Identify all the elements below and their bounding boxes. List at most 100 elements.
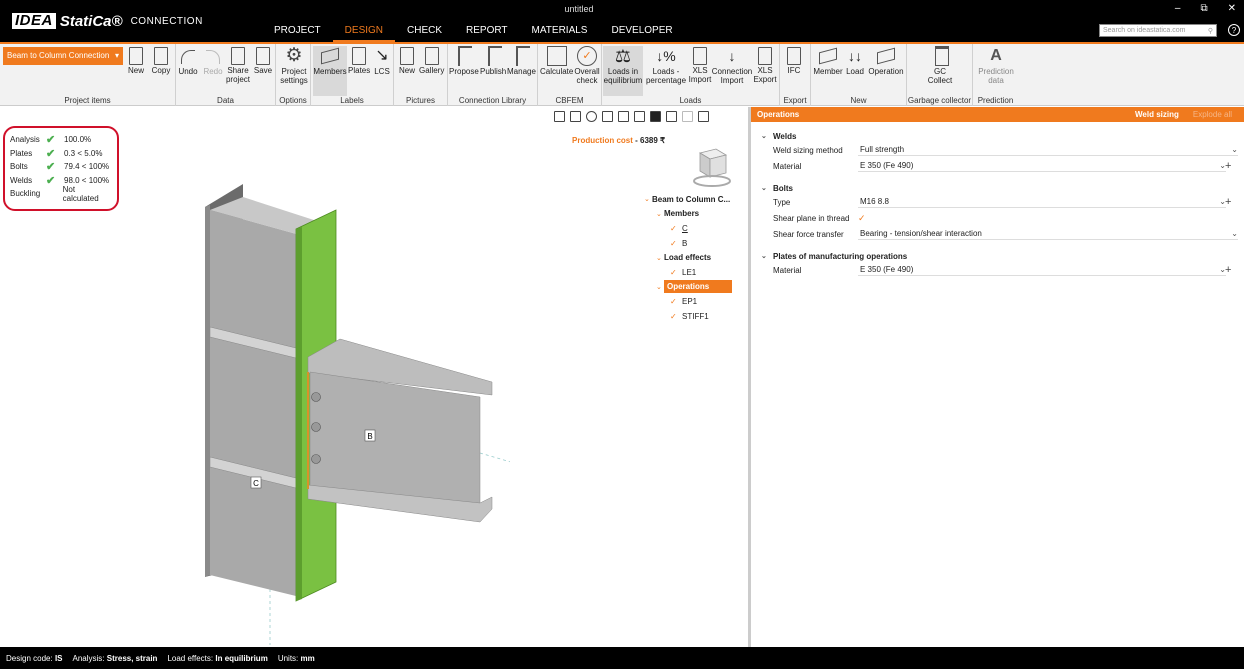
save-button[interactable]: Save [253, 46, 273, 75]
arrow-down-icon[interactable] [682, 111, 693, 122]
tab-project[interactable]: PROJECT [262, 24, 333, 42]
render-icon[interactable] [666, 111, 677, 122]
overall-check-button[interactable]: ✓ Overall check [574, 46, 600, 85]
xls-import-button[interactable]: XLS Import [689, 46, 711, 84]
gc-collect-button[interactable]: GC Collect [927, 46, 953, 85]
checkbox-icon[interactable]: ✓ [670, 312, 677, 320]
connection-select[interactable]: Beam to Column Connection ▾ [3, 47, 123, 65]
tree-root[interactable]: ⌄ Beam to Column C... [644, 192, 744, 207]
tab-report[interactable]: REPORT [454, 24, 520, 42]
plates-label-button[interactable]: Plates [348, 46, 370, 75]
project-settings-button[interactable]: ⚙ Project settings [280, 46, 308, 86]
publish-button[interactable]: Publish [480, 46, 506, 76]
ifc-label: IFC [787, 66, 801, 75]
prediction-icon: A [990, 47, 1002, 64]
chevron-down-icon[interactable]: ⌄ [761, 184, 773, 192]
propose-button[interactable]: Propose [449, 46, 479, 76]
section-plates-header[interactable]: ⌄ Plates of manufacturing operations [751, 250, 1244, 262]
tab-check[interactable]: CHECK [395, 24, 454, 42]
new-item-button[interactable]: New [126, 46, 146, 75]
chevron-down-icon: ⌄ [1231, 145, 1238, 154]
chevron-down-icon[interactable]: ⌄ [644, 195, 652, 203]
members-label-button[interactable]: Members [313, 46, 347, 96]
section-welds-header[interactable]: ⌄ Welds [751, 130, 1244, 142]
zoom-extents-icon[interactable] [570, 111, 581, 122]
chevron-down-icon[interactable]: ⌄ [761, 252, 773, 260]
loads-equilibrium-button[interactable]: ⚖ Loads in equilibrium [603, 46, 643, 96]
chevron-down-icon[interactable]: ⌄ [656, 254, 664, 262]
help-icon[interactable]: ? [1228, 24, 1240, 36]
lcs-button[interactable]: ↘ LCS [372, 46, 392, 76]
solid-icon[interactable] [650, 111, 661, 122]
weld-material-select[interactable]: E 350 (Fe 490) ⌄ [858, 160, 1226, 172]
rotate-icon[interactable] [586, 111, 597, 122]
tree-load-effects[interactable]: ⌄ Load effects [644, 250, 744, 265]
loads-percentage-button[interactable]: ↓% Loads - percentage [645, 46, 687, 85]
bolt-type-select[interactable]: M16 8.8 ⌄ [858, 196, 1226, 208]
bolt-icon[interactable] [311, 392, 321, 402]
crop-icon[interactable] [602, 111, 613, 122]
tree-member-c[interactable]: ✓ C [644, 221, 744, 236]
shear-transfer-select[interactable]: Bearing - tension/shear interaction ⌄ [858, 228, 1238, 240]
3d-viewport[interactable]: Analysis ✔ 100.0% Plates ✔ 0.3 < 5.0% Bolts ✔… [0, 107, 748, 647]
checkmark-icon: ✔ [46, 174, 56, 187]
manage-button[interactable]: Manage [507, 46, 536, 76]
new-load-button[interactable]: ↓↓ Load [845, 46, 865, 76]
new-member-button[interactable]: Member [812, 46, 844, 76]
tree-operation-ep1[interactable]: ✓ EP1 [644, 294, 744, 309]
tree-operations[interactable]: ⌄ Operations [644, 280, 744, 295]
chevron-down-icon[interactable]: ⌄ [656, 210, 664, 218]
tab-design[interactable]: DESIGN [332, 24, 396, 42]
chevron-down-icon[interactable]: ⌄ [656, 283, 664, 291]
new-operation-button[interactable]: Operation [867, 46, 905, 76]
logo-product: CONNECTION [130, 15, 203, 27]
chevron-down-icon[interactable]: ⌄ [761, 132, 773, 140]
minimize-icon[interactable]: – [1175, 3, 1181, 14]
bolt-icon[interactable] [311, 454, 321, 464]
new-picture-button[interactable]: New [397, 46, 417, 75]
search-icon[interactable]: ⚲ [1208, 27, 1213, 35]
gallery-button[interactable]: Gallery [419, 46, 444, 75]
checkbox-icon[interactable]: ✓ [670, 224, 677, 232]
tree-member-b[interactable]: ✓ B [644, 236, 744, 251]
restore-icon[interactable]: ⧉ [1200, 3, 1207, 14]
tree-operation-stiff1[interactable]: ✓ STIFF1 [644, 309, 744, 324]
close-icon[interactable]: ✕ [1228, 3, 1236, 14]
checkbox-icon[interactable]: ✓ [670, 268, 677, 276]
share-project-button[interactable]: Share project [225, 46, 251, 84]
ruler-icon[interactable] [554, 111, 565, 122]
calculate-button[interactable]: Calculate [540, 46, 573, 76]
connection-import-button[interactable]: ↓ Connection Import [712, 46, 752, 85]
ribbon: Beam to Column Connection ▾ New Copy Pro… [0, 42, 1244, 106]
wireframe-icon[interactable] [618, 111, 629, 122]
undo-button[interactable]: Undo [178, 46, 198, 76]
bolt-icon[interactable] [311, 422, 321, 432]
transparent-icon[interactable] [634, 111, 645, 122]
copy-item-button[interactable]: Copy [151, 46, 171, 75]
prediction-data-button[interactable]: A Prediction data [976, 46, 1016, 85]
plate-material-select[interactable]: E 350 (Fe 490) ⌄ [858, 264, 1226, 276]
checkbox-icon[interactable]: ✓ [670, 239, 677, 247]
tree-members[interactable]: ⌄ Members [644, 207, 744, 222]
home-icon[interactable] [698, 111, 709, 122]
add-icon[interactable]: + [1225, 196, 1231, 208]
view-cube-icon[interactable] [688, 145, 732, 189]
checkbox-icon[interactable]: ✓ [670, 297, 677, 305]
ifc-button[interactable]: IFC [784, 46, 804, 75]
section-bolts-header[interactable]: ⌄ Bolts [751, 182, 1244, 194]
lcs-label: LCS [374, 67, 390, 76]
tree-item-label: LE1 [682, 267, 697, 277]
tree-load-effect-le1[interactable]: ✓ LE1 [644, 265, 744, 280]
add-icon[interactable]: + [1225, 264, 1231, 276]
tab-materials[interactable]: MATERIALS [520, 24, 600, 42]
shear-plane-checkbox[interactable]: ✓ [858, 213, 866, 224]
prop-label: Type [773, 197, 791, 207]
weld-sizing-select[interactable]: Full strength ⌄ [858, 144, 1238, 156]
weld-sizing-button[interactable]: Weld sizing [1135, 110, 1179, 119]
add-icon[interactable]: + [1225, 160, 1231, 172]
search-input[interactable]: Search on ideastatica.com ⚲ [1099, 24, 1217, 37]
connection-model[interactable]: B C [180, 177, 510, 647]
explode-all-button[interactable]: Explode all [1193, 110, 1232, 119]
tab-developer[interactable]: DEVELOPER [599, 24, 684, 42]
xls-export-button[interactable]: XLS Export [753, 46, 777, 84]
